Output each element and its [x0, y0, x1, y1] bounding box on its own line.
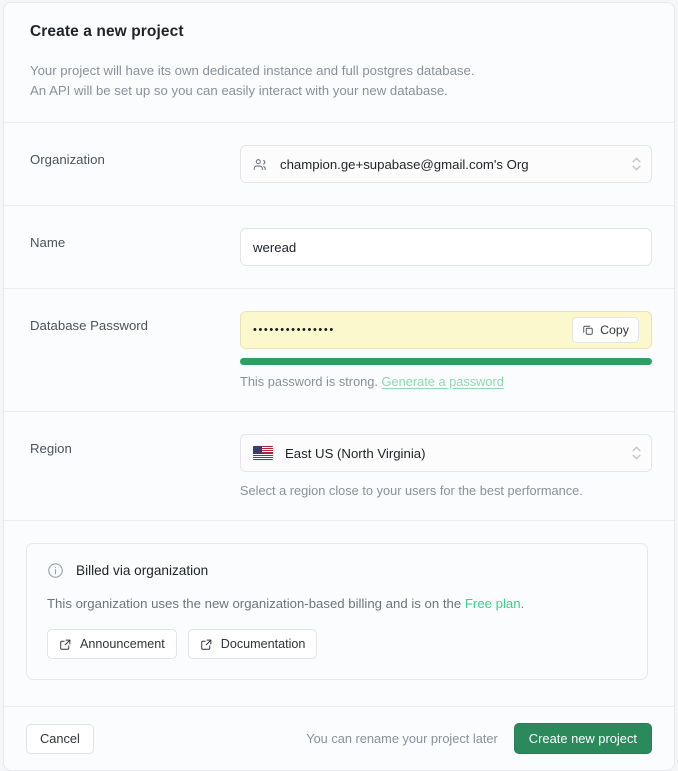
- name-row: Name weread: [4, 206, 674, 289]
- region-row: Region East US (North Virginia) Select a…: [4, 412, 674, 521]
- organization-field: champion.ge+supabase@gmail.com's Org: [240, 145, 652, 183]
- external-link-icon: [59, 638, 72, 651]
- billing-body-prefix: This organization uses the new organizat…: [47, 596, 465, 611]
- billing-buttons: Announcement Documentation: [47, 629, 627, 659]
- region-helper-text: Select a region close to your users for …: [240, 483, 583, 498]
- password-strength-hint: This password is strong. Generate a pass…: [240, 374, 648, 389]
- name-field: weread: [240, 228, 652, 266]
- region-label: Region: [30, 441, 72, 456]
- organization-row: Organization champion.ge+supabase@gmail.…: [4, 123, 674, 206]
- organization-select[interactable]: champion.ge+supabase@gmail.com's Org: [240, 145, 652, 183]
- external-link-icon: [200, 638, 213, 651]
- documentation-button-label: Documentation: [220, 637, 306, 651]
- database-password-input[interactable]: ••••••••••••••• Copy: [240, 311, 652, 349]
- info-icon: [47, 562, 64, 579]
- billing-section: Billed via organization This organizatio…: [4, 521, 674, 707]
- billing-body-suffix: .: [520, 596, 525, 611]
- copy-button-label: Copy: [600, 323, 629, 337]
- chevron-up-down-icon: [632, 157, 641, 171]
- header-subtitle-line-2: An API will be set up so you can easily …: [30, 82, 448, 98]
- header-subtitle: Your project will have its own dedicated…: [30, 61, 648, 100]
- organization-value: champion.ge+supabase@gmail.com's Org: [280, 156, 529, 172]
- billing-body: This organization uses the new organizat…: [47, 596, 627, 611]
- password-strength-text: This password is strong.: [240, 374, 378, 389]
- card-header: Create a new project Your project will h…: [4, 3, 674, 123]
- region-value: East US (North Virginia): [285, 445, 426, 461]
- region-field: East US (North Virginia) Select a region…: [240, 434, 652, 498]
- us-flag-icon: [253, 446, 273, 460]
- card-footer: Cancel You can rename your project later…: [4, 707, 674, 770]
- database-password-field: ••••••••••••••• Copy This password is st…: [240, 311, 652, 389]
- create-new-project-button[interactable]: Create new project: [513, 723, 652, 754]
- page-title: Create a new project: [30, 23, 184, 40]
- database-password-row: Database Password ••••••••••••••• Copy T…: [4, 289, 674, 412]
- organization-label: Organization: [30, 152, 105, 167]
- copy-icon: [582, 324, 594, 336]
- password-masked-value: •••••••••••••••: [253, 323, 335, 336]
- announcement-button-label: Announcement: [80, 637, 165, 651]
- announcement-button[interactable]: Announcement: [47, 629, 177, 659]
- billing-panel: Billed via organization This organizatio…: [26, 543, 648, 680]
- cancel-button[interactable]: Cancel: [26, 723, 94, 754]
- create-project-card: Create a new project Your project will h…: [3, 2, 675, 771]
- region-select[interactable]: East US (North Virginia): [240, 434, 652, 472]
- documentation-button[interactable]: Documentation: [187, 629, 318, 659]
- free-plan-link[interactable]: Free plan: [465, 596, 521, 611]
- copy-password-button[interactable]: Copy: [572, 317, 639, 343]
- rename-note: You can rename your project later: [306, 731, 498, 746]
- database-password-label: Database Password: [30, 318, 149, 333]
- project-name-input[interactable]: weread: [240, 228, 652, 266]
- password-strength-bar: [240, 358, 652, 365]
- name-label: Name: [30, 235, 66, 250]
- generate-password-link[interactable]: Generate a password: [382, 374, 504, 389]
- header-subtitle-line-1: Your project will have its own dedicated…: [30, 63, 475, 78]
- users-icon: [253, 157, 268, 172]
- project-name-value: weread: [253, 239, 297, 255]
- chevron-up-down-icon: [632, 446, 641, 460]
- billing-title-row: Billed via organization: [47, 562, 627, 579]
- billing-title: Billed via organization: [76, 563, 209, 578]
